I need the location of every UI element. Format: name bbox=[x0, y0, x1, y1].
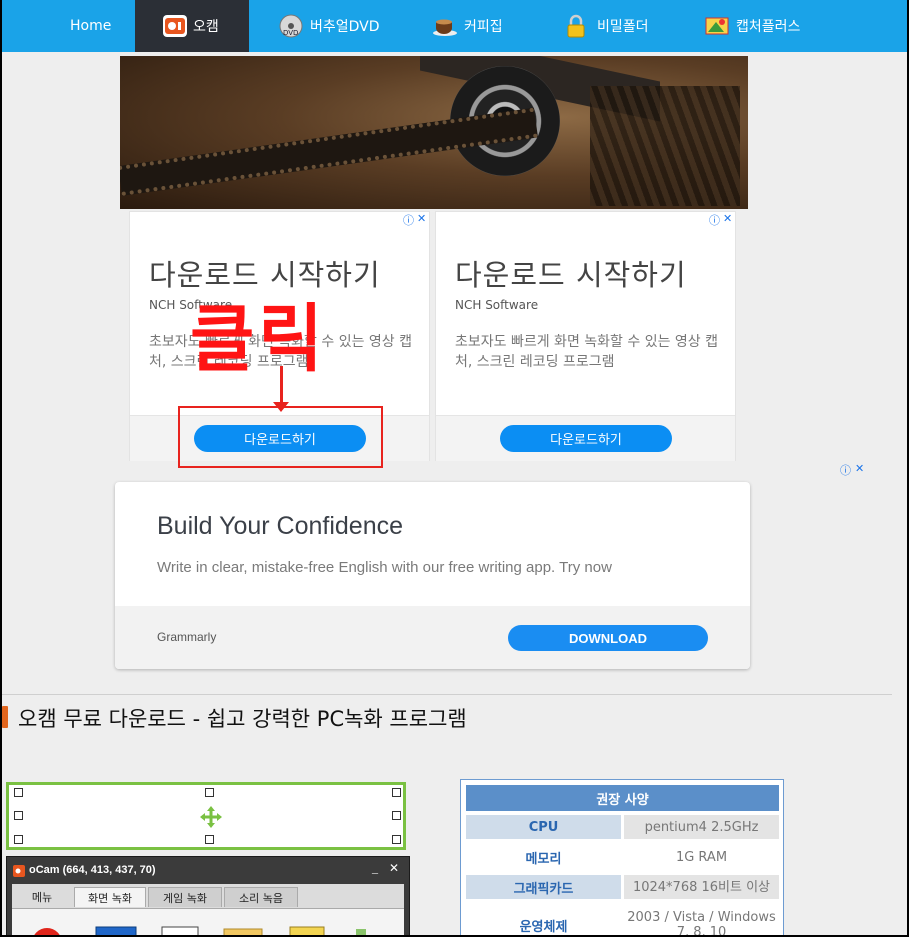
close-button[interactable]: ✕ bbox=[389, 861, 399, 875]
resize-handle[interactable] bbox=[14, 788, 23, 797]
nav-home-label: Home bbox=[70, 18, 112, 34]
highlight-box bbox=[178, 406, 383, 468]
resize-handle[interactable] bbox=[392, 811, 401, 820]
ad-title[interactable]: 다운로드 시작하기 bbox=[455, 252, 687, 294]
nav-home[interactable]: Home bbox=[70, 0, 111, 52]
ad-close-icon[interactable]: ✕ bbox=[723, 212, 732, 225]
hero-camera-image bbox=[120, 56, 748, 209]
ad-card[interactable]: ⓘ ✕ 다운로드 시작하기 NCH Software 초보자도 빠르게 화면 녹… bbox=[435, 211, 736, 461]
grammarly-download-button[interactable]: DOWNLOAD bbox=[508, 625, 708, 651]
spec-key-memory: 메모리 bbox=[525, 851, 562, 867]
title-marker bbox=[2, 706, 8, 728]
ocam-window-title: oCam (664, 413, 437, 70) bbox=[29, 864, 156, 876]
nav-virtual-dvd[interactable]: DVD 버추얼DVD bbox=[278, 0, 380, 52]
tab-audio-record[interactable]: 소리 녹음 bbox=[224, 887, 298, 907]
ad-close-icon[interactable]: ✕ bbox=[417, 212, 426, 225]
capture-plus-icon bbox=[704, 14, 730, 38]
ocam-window[interactable]: oCam (664, 413, 437, 70) _ ✕ 메뉴 화면 녹화 게임… bbox=[6, 856, 410, 935]
ocam-capture-region[interactable] bbox=[6, 782, 406, 850]
post-title: 오캠 무료 다운로드 - 쉽고 강력한 PC녹화 프로그램 bbox=[18, 707, 467, 731]
nav-coffee[interactable]: 커피집 bbox=[432, 0, 503, 52]
resize-handle[interactable] bbox=[392, 835, 401, 844]
resize-handle[interactable] bbox=[14, 811, 23, 820]
spec-key-graphics: 그래픽카드 bbox=[466, 875, 621, 899]
tab-menu[interactable]: 메뉴 bbox=[14, 887, 70, 907]
ocam-logo-icon bbox=[163, 15, 187, 37]
resize-handle[interactable] bbox=[205, 835, 214, 844]
grammarly-description: Write in clear, mistake-free English wit… bbox=[157, 559, 612, 576]
ad-info-icon[interactable]: ⓘ bbox=[403, 212, 414, 228]
resize-handle[interactable] bbox=[205, 788, 214, 797]
nav-secret-folder-label: 비밀폴더 bbox=[597, 19, 649, 35]
nav-coffee-label: 커피집 bbox=[464, 19, 503, 35]
coffee-cup-icon bbox=[432, 14, 458, 38]
ocam-toolbar: 메뉴 화면 녹화 게임 녹화 소리 녹음 bbox=[12, 884, 404, 935]
ad-brand: NCH Software bbox=[455, 298, 539, 312]
nav-capture-plus[interactable]: 캡처플러스 bbox=[704, 0, 800, 52]
tab-game-record[interactable]: 게임 녹화 bbox=[148, 887, 222, 907]
microphone-icon bbox=[356, 929, 366, 935]
ad-description: 초보자도 빠르게 화면 녹화할 수 있는 영상 캡처, 스크린 레코딩 프로그램 bbox=[455, 334, 718, 370]
grammarly-title[interactable]: Build Your Confidence bbox=[157, 512, 403, 541]
svg-text:DVD: DVD bbox=[283, 29, 298, 37]
ad-info-icon[interactable]: ⓘ bbox=[709, 212, 720, 228]
minimize-button[interactable]: _ bbox=[372, 860, 378, 874]
spec-table: 권장 사양 CPU pentium4 2.5GHz 메모리 1G RAM 그래픽… bbox=[460, 779, 784, 935]
move-icon[interactable] bbox=[199, 805, 223, 829]
browser-viewport: Home 오캠 DVD 버추얼DVD 커피집 비밀폴더 캡처플러스 ⓘ ✕ 다운… bbox=[2, 0, 907, 935]
record-icon bbox=[34, 928, 60, 935]
resize-handle[interactable] bbox=[14, 835, 23, 844]
grammarly-ad[interactable]: Build Your Confidence Write in clear, mi… bbox=[115, 482, 750, 669]
nav-ocam[interactable]: 오캠 bbox=[135, 0, 249, 52]
ocam-app-icon bbox=[13, 865, 25, 877]
ad-title[interactable]: 다운로드 시작하기 bbox=[149, 252, 381, 294]
dvd-disc-icon: DVD bbox=[278, 14, 304, 38]
section-divider bbox=[2, 694, 892, 695]
spec-value-graphics: 1024*768 16비트 이상 bbox=[624, 875, 779, 899]
grammarly-brand: Grammarly bbox=[157, 630, 217, 644]
ad-close-icon[interactable]: ✕ bbox=[855, 462, 864, 475]
click-annotation: 클릭 bbox=[190, 295, 327, 383]
folder-icon bbox=[223, 928, 263, 935]
spec-value-cpu: pentium4 2.5GHz bbox=[624, 815, 779, 839]
ad-info-icon[interactable]: ⓘ bbox=[840, 462, 851, 478]
spec-key-cpu: CPU bbox=[466, 815, 621, 839]
screen-icon bbox=[95, 926, 137, 935]
download-button[interactable]: 다운로드하기 bbox=[500, 425, 672, 452]
spec-header: 권장 사양 bbox=[466, 785, 779, 811]
spec-key-os: 운영체제 bbox=[519, 919, 568, 935]
nav-capture-plus-label: 캡처플러스 bbox=[736, 19, 801, 35]
codec-icon bbox=[289, 926, 325, 935]
resize-handle[interactable] bbox=[392, 788, 401, 797]
tab-screen-record[interactable]: 화면 녹화 bbox=[74, 887, 146, 907]
spec-value-os: 2003 / Vista / Windows 7, 8, 10 bbox=[627, 910, 776, 935]
padlock-icon bbox=[565, 14, 591, 38]
nav-ocam-label: 오캠 bbox=[193, 19, 219, 35]
nav-secret-folder[interactable]: 비밀폴더 bbox=[565, 0, 649, 52]
spec-value-memory: 1G RAM bbox=[675, 849, 728, 865]
annotation-arrow bbox=[280, 366, 283, 404]
capture-icon bbox=[161, 926, 199, 935]
top-nav: Home 오캠 DVD 버추얼DVD 커피집 비밀폴더 캡처플러스 bbox=[2, 0, 907, 52]
nav-virtual-dvd-label: 버추얼DVD bbox=[310, 19, 380, 35]
ocam-toolbar-icons bbox=[12, 908, 404, 935]
